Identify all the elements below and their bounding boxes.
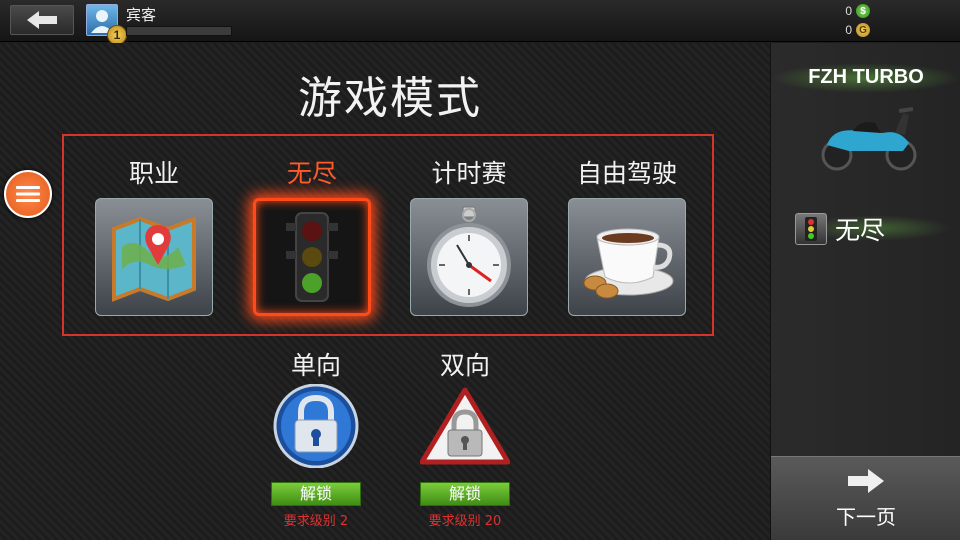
menu-button[interactable] [4, 170, 52, 218]
coffee-cup-icon [583, 228, 674, 299]
mode-endless-tile[interactable] [253, 198, 371, 316]
mode-free-ride-label: 自由驾驶 [576, 159, 677, 188]
mode-free-ride[interactable]: 自由驾驶 [562, 154, 692, 316]
mode-career-label: 职业 [128, 159, 179, 188]
option-one-way-label: 单向 [290, 351, 341, 380]
gold-value: 0 [845, 23, 852, 37]
option-two-way: 双向 解锁 要求级别 20 [415, 346, 515, 529]
mode-time-trial-tile[interactable] [410, 198, 528, 316]
next-page-label: 下一页 [836, 505, 896, 529]
blue-lock-icon [273, 384, 359, 468]
requirement-one-way: 要求级别 2 [283, 514, 349, 529]
requirement-two-way: 要求级别 20 [428, 514, 502, 529]
selected-mode: 无尽 [795, 211, 885, 247]
bike-name: FZH TURBO [771, 63, 960, 93]
next-page-button[interactable]: 下一页 [771, 456, 960, 540]
mode-endless-label: 无尽 [286, 159, 337, 188]
xp-bar [126, 26, 232, 36]
stopwatch-icon [427, 206, 511, 307]
unlock-one-way-button[interactable]: 解锁 [271, 482, 361, 506]
unlock-two-way-button[interactable]: 解锁 [420, 482, 510, 506]
avatar[interactable]: 1 [86, 4, 127, 45]
mode-endless[interactable]: 无尽 [247, 154, 377, 316]
player-name: 宾客 [126, 6, 157, 24]
back-button[interactable] [10, 5, 74, 35]
back-arrow-icon [27, 11, 57, 29]
option-two-way-label: 双向 [439, 351, 490, 380]
mode-time-trial[interactable]: 计时赛 [404, 154, 534, 316]
page-title: 游戏模式 [298, 73, 482, 124]
option-one-way: 单向 解锁 要求级别 2 [266, 346, 366, 529]
side-panel: FZH TURBO 无尽 下一页 [770, 43, 960, 540]
cash-value: 0 [845, 4, 852, 18]
right-arrow-icon [848, 469, 884, 493]
level-badge: 1 [107, 25, 127, 45]
scooter-icon [821, 107, 917, 171]
traffic-light-icon [286, 212, 338, 302]
hamburger-icon [16, 186, 40, 202]
traffic-light-small-icon [795, 213, 827, 245]
cash-coin-icon: $ [856, 4, 870, 18]
cash-counter: 0 $ [845, 4, 870, 18]
gold-counter: 0 G [845, 23, 870, 37]
gold-coin-icon: G [856, 23, 870, 37]
mode-free-ride-tile[interactable] [568, 198, 686, 316]
mode-career-tile[interactable] [95, 198, 213, 316]
map-icon [112, 216, 196, 302]
selected-mode-label: 无尽 [835, 216, 886, 245]
mode-career[interactable]: 职业 [89, 154, 219, 316]
red-lock-icon [420, 387, 510, 465]
top-bar: 1 宾客 0 $ 0 G [0, 0, 960, 45]
mode-time-trial-label: 计时赛 [431, 159, 507, 188]
